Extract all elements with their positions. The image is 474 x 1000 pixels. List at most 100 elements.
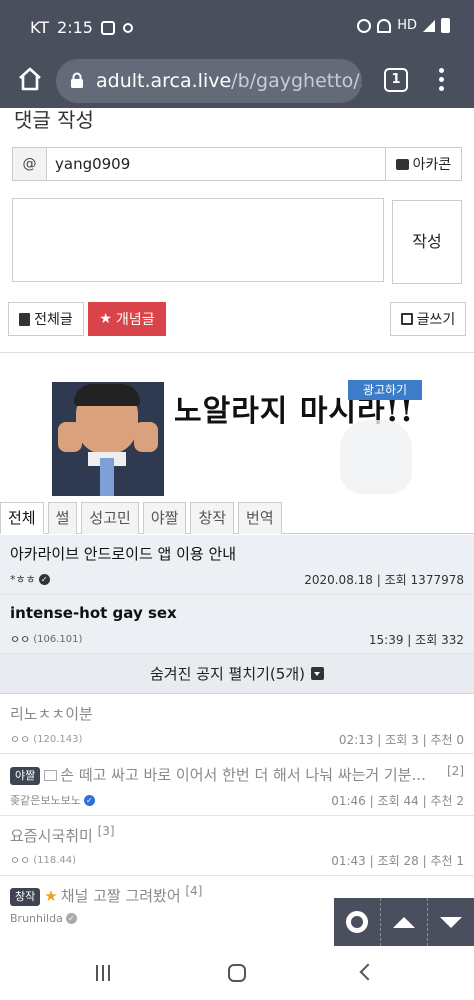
post-title: 채널 고짤 그려봤어 [60, 887, 181, 905]
comment-submit-button[interactable]: 작성 [392, 200, 462, 284]
tab-switcher-button[interactable]: 1 [384, 68, 408, 92]
author-ip: (106.101) [33, 633, 83, 645]
post-meta: 01:43 | 조회 28 | 추천 1 [331, 852, 464, 869]
author-name: *ㅎㅎ [10, 573, 36, 586]
arcacon-button[interactable]: 아카콘 [385, 148, 461, 180]
ad-photo [52, 382, 164, 496]
expand-label: 숨겨진 공지 펼치기(5개) [150, 665, 305, 683]
expand-hidden-notices-button[interactable]: 숨겨진 공지 펼치기(5개) [0, 654, 474, 694]
author-name: ㅇㅇ [10, 733, 31, 746]
post-title: 요즘시국취미 [10, 827, 93, 845]
post-row[interactable]: 야짤 손 떼고 싸고 바로 이어서 한번 더 해서 나눠 싸는거 기분... [2… [0, 754, 474, 816]
tab-concern[interactable]: 성고민 [81, 502, 139, 534]
post-date: 2020.08.18 [304, 573, 373, 587]
notice-meta: 2020.08.18 | 조회 1377978 [304, 571, 464, 588]
category-badge: 창작 [10, 887, 41, 906]
carrier-label: KT [30, 18, 50, 37]
post-row[interactable]: 리노ㅊㅊ이분 ㅇㅇ (120.143) 02:13 | 조회 3 | 추천 0 [0, 694, 474, 754]
url-host: adult.arca.live [96, 70, 232, 92]
image-icon [44, 770, 58, 781]
best-posts-button[interactable]: ★ 개념글 [88, 302, 166, 336]
arcacon-icon [395, 158, 409, 170]
author-ip: (120.143) [33, 733, 83, 745]
category-badge: 야짤 [10, 766, 41, 785]
advertise-badge[interactable]: 광고하기 [348, 380, 422, 400]
post-time: 02:13 [338, 733, 374, 747]
more-menu-icon[interactable] [434, 68, 448, 94]
post-date: 15:39 [368, 633, 404, 647]
tab-translation[interactable]: 번역 [238, 502, 282, 534]
separator: | [422, 794, 427, 808]
clock: 2:15 [57, 18, 93, 37]
tab-all[interactable]: 전체 [0, 502, 44, 534]
gear-icon [346, 911, 368, 933]
post-meta: 02:13 | 조회 3 | 추천 0 [339, 731, 464, 748]
browser-toolbar: adult.arca.live/b/gayghetto/2 1 [0, 54, 474, 108]
scroll-up-button[interactable] [381, 898, 428, 946]
recommend-count: 1 [456, 854, 464, 868]
settings-button[interactable] [334, 898, 381, 946]
write-button[interactable]: 글쓰기 [390, 302, 466, 336]
lock-icon [71, 72, 83, 88]
post-time: 01:43 [331, 854, 366, 868]
verified-icon: ✓ [65, 913, 77, 924]
post-title: 손 떼고 싸고 바로 이어서 한번 더 해서 나눠 싸는거 기분... [60, 766, 426, 784]
shield-icon [100, 20, 115, 35]
separator: | [422, 854, 427, 868]
arrow-down-icon [440, 916, 462, 928]
recommend-count: 0 [456, 733, 464, 747]
views-count: 44 [403, 794, 419, 808]
recommend-label: 추천 [430, 794, 453, 808]
comment-count: [2] [447, 764, 464, 778]
star-icon: ★ [99, 311, 112, 327]
category-tabs: 전체 썰 성고민 야짤 창작 번역 [0, 502, 474, 534]
post-author: ㅇㅇ (118.44) [10, 852, 76, 868]
post-author: ㅇㅇ (120.143) [10, 731, 82, 747]
tab-story[interactable]: 썰 [47, 502, 78, 534]
notice-row[interactable]: intense-hot gay sex ㅇㅇ (106.101) 15:39 |… [0, 595, 474, 654]
notice-title: intense-hot gay sex [10, 604, 177, 622]
comment-author-row: @ yang0909 아카콘 [12, 147, 462, 181]
post-time: 01:46 [331, 794, 366, 808]
views-label: 조회 [385, 733, 408, 747]
all-posts-button[interactable]: 전체글 [8, 302, 84, 336]
post-author: 좆같은보노보노 ✓ [10, 792, 95, 808]
tab-creation[interactable]: 창작 [190, 502, 235, 534]
views-count: 332 [441, 633, 464, 647]
address-bar[interactable]: adult.arca.live/b/gayghetto/2 [56, 59, 362, 103]
comment-textarea[interactable] [12, 198, 384, 282]
recommend-label: 추천 [430, 733, 453, 747]
list-icon [19, 312, 31, 326]
author-ip: (118.44) [33, 854, 77, 866]
ad-banner[interactable]: 노알라지 마시라!! 광고하기 [52, 380, 422, 496]
post-title: 리노ㅊㅊ이분 [10, 705, 93, 723]
signal-icon [423, 19, 435, 32]
battery-icon [441, 18, 450, 33]
best-posts-label: 개념글 [115, 312, 155, 328]
author-name: ㅇㅇ [10, 854, 31, 867]
post-row[interactable]: 요즘시국취미 [3] ㅇㅇ (118.44) 01:43 | 조회 28 | 추… [0, 816, 474, 876]
home-icon[interactable] [16, 65, 44, 93]
star-icon: ★ [44, 887, 58, 905]
write-label: 글쓰기 [416, 312, 456, 328]
comment-count: [3] [97, 824, 115, 838]
scroll-down-button[interactable] [428, 898, 474, 946]
back-icon[interactable] [359, 963, 377, 981]
separator: | [407, 633, 412, 647]
recent-apps-icon[interactable] [96, 965, 112, 981]
home-nav-icon[interactable] [228, 964, 246, 982]
notice-row[interactable]: 아카라이브 안드로이드 앱 이용 안내 *ㅎㅎ ✓ 2020.08.18 | 조… [0, 535, 474, 595]
author-name: 좆같은보노보노 [10, 794, 81, 807]
username-field[interactable]: yang0909 [47, 148, 385, 180]
status-bar: KT 2:15 HD [0, 0, 474, 54]
url-path: /b/gayghetto/2 [231, 70, 362, 92]
tab-nsfw-image[interactable]: 야짤 [142, 502, 187, 534]
views-count: 3 [411, 733, 419, 747]
separator: | [377, 733, 382, 747]
alarm-icon [357, 18, 372, 33]
recommend-label: 추천 [430, 854, 453, 868]
views-label: 조회 [377, 854, 400, 868]
separator: | [369, 854, 374, 868]
system-nav-bar [0, 946, 474, 1000]
post-title-line: 야짤 손 떼고 싸고 바로 이어서 한번 더 해서 나눠 싸는거 기분... [2… [10, 764, 464, 785]
